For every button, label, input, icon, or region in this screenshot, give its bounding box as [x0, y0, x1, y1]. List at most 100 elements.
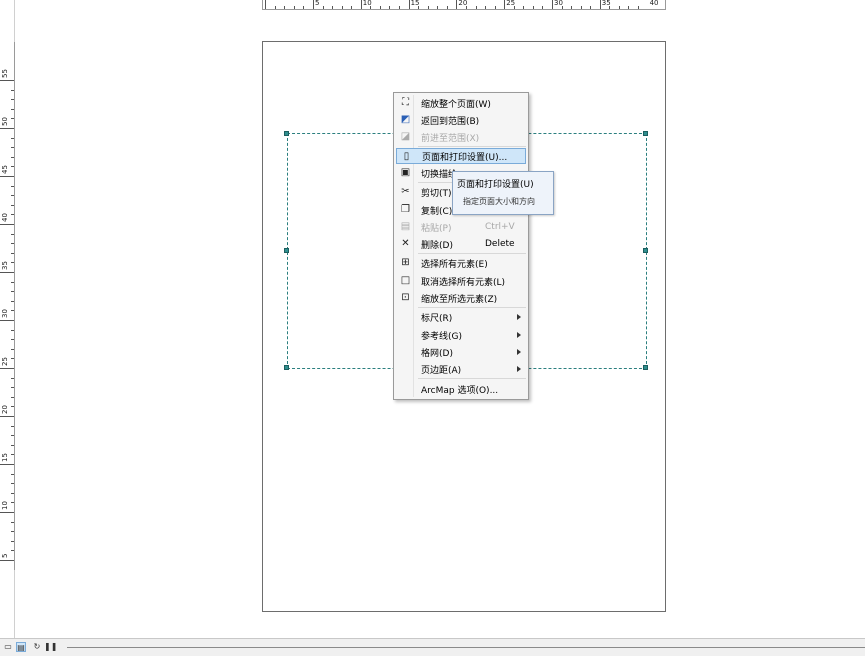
- ruler-tick: [11, 281, 14, 283]
- ruler-tick: [11, 243, 14, 245]
- ruler-tick: [11, 339, 14, 341]
- ruler-tick: [11, 425, 14, 427]
- menu-item[interactable]: ⊞ 选择所有元素(E): [396, 255, 526, 271]
- ruler-label: 20: [1, 405, 9, 414]
- menu-item-label: 前进至范围(X): [421, 133, 480, 144]
- horizontal-scrollbar[interactable]: [67, 647, 865, 648]
- refresh-icon[interactable]: ↻: [32, 642, 42, 652]
- submenu-arrow-icon: [517, 366, 521, 372]
- pause-icon[interactable]: ❚❚: [44, 642, 57, 652]
- menu-separator: [418, 253, 526, 254]
- ruler-tick: [11, 540, 14, 542]
- ruler-tick: [11, 233, 14, 235]
- ruler-tick: [11, 329, 14, 331]
- menu-item-label: 页边距(A): [421, 365, 462, 376]
- data-view-icon[interactable]: ▭: [3, 642, 13, 652]
- go-back-to-extent-icon: ◩: [400, 114, 411, 125]
- menu-item[interactable]: ▯ 页面和打印设置(U)...: [396, 148, 526, 164]
- menu-separator: [418, 378, 526, 379]
- ruler-tick: [11, 166, 14, 168]
- scissors-icon: ✂: [401, 186, 410, 197]
- ruler-label: 55: [1, 69, 9, 78]
- ruler-tick: [11, 473, 14, 475]
- selection-handle-mid-left[interactable]: [284, 248, 289, 253]
- ruler-label: 35: [1, 261, 9, 270]
- ruler-tick: [11, 521, 14, 523]
- select-all-elements-icon: ⊞: [401, 257, 410, 268]
- menu-item[interactable]: ◩ 返回到范围(B): [396, 112, 526, 128]
- horizontal-ruler: 5 10 15 20 25 30 35 40: [262, 0, 666, 10]
- menu-item[interactable]: 标尺(R): [396, 309, 526, 325]
- ruler-tick: [0, 416, 14, 417]
- ruler-tick: [11, 310, 14, 312]
- menu-item[interactable]: □ 取消选择所有元素(L): [396, 273, 526, 289]
- submenu-arrow-icon: [517, 332, 521, 338]
- menu-item-label: 缩放至所选元素(Z): [421, 294, 498, 305]
- ruler-tick: [590, 6, 592, 9]
- selection-handle-top-right[interactable]: [643, 131, 648, 136]
- ruler-label: 30: [1, 309, 9, 318]
- ruler-label: 50: [1, 117, 9, 126]
- ruler-corner: [0, 0, 14, 42]
- menu-separator: [418, 307, 526, 308]
- ruler-tick: [322, 6, 324, 9]
- ruler-tick: [0, 272, 14, 273]
- menu-item: ▤ 粘贴(P) Ctrl+V: [396, 219, 526, 235]
- menu-item[interactable]: ArcMap 选项(O)...: [396, 381, 526, 397]
- menu-item[interactable]: 页边距(A): [396, 361, 526, 377]
- ruler-tick: [379, 6, 381, 9]
- ruler-label: 40: [649, 0, 659, 7]
- menu-item-shortcut: Ctrl+V: [485, 222, 515, 232]
- ruler-tick: [11, 214, 14, 216]
- menu-item-label: ArcMap 选项(O)...: [421, 385, 499, 396]
- ruler-tick: [11, 435, 14, 437]
- ruler-tick: [389, 6, 391, 9]
- ruler-tick: [11, 483, 14, 485]
- ruler-label: 10: [362, 0, 372, 7]
- menu-item-label: 粘贴(P): [421, 223, 452, 234]
- ruler-tick: [399, 6, 401, 9]
- ruler-tick: [274, 6, 276, 9]
- copy-icon: ❐: [401, 204, 410, 215]
- selection-handle-top-left[interactable]: [284, 131, 289, 136]
- menu-item[interactable]: ⛶ 缩放整个页面(W): [396, 95, 526, 111]
- zoom-to-selected-elements-icon: ⊡: [401, 292, 410, 303]
- ruler-tick: [599, 0, 601, 9]
- ruler-tick: [11, 377, 14, 379]
- ruler-tick: [0, 512, 14, 513]
- ruler-tick: [11, 300, 14, 302]
- ruler-tick: [284, 6, 286, 9]
- ruler-tick: [485, 6, 487, 9]
- menu-item: ◪ 前进至范围(X): [396, 129, 526, 145]
- toggle-draft-mode-icon: ▣: [400, 167, 411, 178]
- ruler-label: 25: [1, 357, 9, 366]
- selection-handle-bottom-left[interactable]: [284, 365, 289, 370]
- menu-item[interactable]: 格网(D): [396, 344, 526, 360]
- selection-handle-bottom-right[interactable]: [643, 365, 648, 370]
- selection-handle-mid-right[interactable]: [643, 248, 648, 253]
- ruler-tick: [11, 358, 14, 360]
- menu-item-label: 选择所有元素(E): [421, 259, 488, 270]
- tooltip-title: 页面和打印设置(U): [457, 180, 534, 190]
- go-forward-to-extent-icon: ◪: [400, 131, 411, 142]
- ruler-tick: [11, 89, 14, 91]
- layout-view-icon[interactable]: ▤: [16, 642, 26, 652]
- ruler-tick: [542, 6, 544, 9]
- ruler-tick: [571, 6, 573, 9]
- ruler-tick: [11, 550, 14, 552]
- menu-item[interactable]: ✕ 删除(D) Delete: [396, 236, 526, 252]
- ruler-tick: [11, 195, 14, 197]
- menu-item-label: 页面和打印设置(U)...: [422, 152, 508, 163]
- menu-separator: [418, 146, 526, 147]
- menu-item[interactable]: ⊡ 缩放至所选元素(Z): [396, 290, 526, 306]
- ruler-tick: [628, 6, 630, 9]
- ruler-label: 35: [601, 0, 611, 7]
- menu-item-tooltip: 页面和打印设置(U) 指定页面大小和方向: [452, 171, 554, 215]
- menu-item-label: 取消选择所有元素(L): [421, 277, 506, 288]
- ruler-tick: [293, 6, 295, 9]
- ruler-tick: [11, 291, 14, 293]
- menu-item[interactable]: 参考线(G): [396, 327, 526, 343]
- ruler-tick: [11, 262, 14, 264]
- ruler-tick: [0, 560, 14, 561]
- vertical-ruler: 55 50 45 40 35 30 25 20 15 10 5: [0, 42, 15, 570]
